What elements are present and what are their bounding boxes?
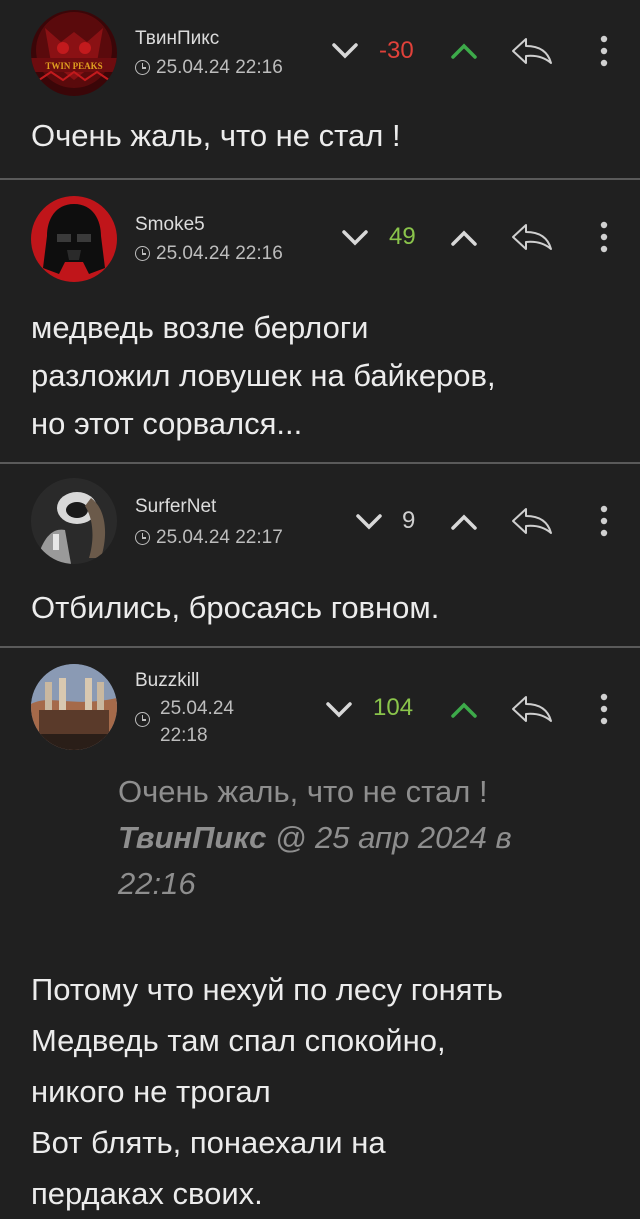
vote-up-icon[interactable] — [449, 700, 479, 720]
author-name[interactable]: Buzzkill — [135, 670, 199, 692]
red-vader-avatar — [31, 196, 117, 282]
vote-down-icon[interactable] — [354, 512, 384, 532]
comment-3: SurferNet 25.04.24 22:17 9 Отбились, бро… — [0, 464, 640, 646]
reply-icon[interactable] — [510, 506, 554, 536]
date-text: 25.04.24 — [160, 698, 234, 719]
score: 9 — [402, 507, 416, 534]
quote-time: 22:16 — [118, 866, 196, 901]
clock-icon — [135, 530, 150, 545]
comment-4: Buzzkill 25.04.24 22:18 104 Очень жаль, … — [0, 648, 640, 1219]
comment-date: 25.04.24 22:17 — [135, 527, 283, 549]
vote-up-icon[interactable] — [449, 41, 479, 61]
score: -30 — [379, 37, 414, 64]
avatar-logo-text: TWIN PEAKS — [45, 61, 102, 71]
quote-date: @ 25 апр 2024 в — [274, 820, 512, 855]
comment-date: 25.04.24 22:16 — [135, 57, 283, 79]
comment-date: 25.04.24 22:18 — [135, 698, 234, 747]
more-options-icon[interactable] — [598, 692, 610, 726]
quote-author[interactable]: ТвинПикс — [118, 820, 266, 855]
author-name[interactable]: SurferNet — [135, 496, 216, 518]
time-text: 22:18 — [160, 725, 208, 746]
mono-portrait-avatar — [31, 478, 117, 564]
clock-icon — [135, 246, 150, 261]
clock-icon — [135, 60, 150, 75]
quote-meta-line: ТвинПикс @ 25 апр 2024 в — [118, 815, 512, 861]
more-options-icon[interactable] — [598, 220, 610, 254]
clock-icon — [135, 712, 150, 727]
date-text: 25.04.24 22:16 — [156, 243, 283, 264]
vote-up-icon[interactable] — [449, 228, 479, 248]
comment-text: Очень жаль, что не стал ! — [31, 118, 401, 153]
reply-icon[interactable] — [510, 222, 554, 252]
avatar[interactable] — [31, 196, 117, 282]
comment-text: Отбились, бросаясь говном. — [31, 590, 440, 625]
avatar[interactable] — [31, 478, 117, 564]
vote-down-icon[interactable] — [340, 228, 370, 248]
comment-1: TWIN PEAKS ТвинПикс 25.04.24 22:16 -30 О… — [0, 0, 640, 178]
vote-up-icon[interactable] — [449, 512, 479, 532]
score: 49 — [389, 223, 416, 250]
more-options-icon[interactable] — [598, 504, 610, 538]
vote-down-icon[interactable] — [330, 41, 360, 61]
score: 104 — [373, 694, 414, 721]
date-text: 25.04.24 22:17 — [156, 527, 283, 548]
comment-text: медведь возле берлоги разложил ловушек н… — [31, 310, 496, 441]
comment-text: Потому что нехуй по лесу гонять Медведь … — [31, 972, 503, 1211]
reply-icon[interactable] — [510, 694, 554, 724]
author-name[interactable]: ТвинПикс — [135, 28, 219, 50]
avatar[interactable] — [31, 664, 117, 750]
more-options-icon[interactable] — [598, 34, 610, 68]
reply-icon[interactable] — [510, 36, 554, 66]
quote-text: Очень жаль, что не стал ! — [118, 774, 488, 809]
date-text: 25.04.24 22:16 — [156, 57, 283, 78]
twin-peaks-owl-avatar: TWIN PEAKS — [31, 10, 117, 96]
factory-chimneys-avatar — [31, 664, 117, 750]
vote-down-icon[interactable] — [324, 700, 354, 720]
quoted-comment[interactable]: Очень жаль, что не стал ! ТвинПикс @ 25 … — [118, 769, 512, 907]
author-name[interactable]: Smoke5 — [135, 214, 205, 236]
comment-2: Smoke5 25.04.24 22:16 49 медведь возле б… — [0, 180, 640, 462]
comment-date: 25.04.24 22:16 — [135, 243, 283, 265]
avatar[interactable]: TWIN PEAKS — [31, 10, 117, 96]
